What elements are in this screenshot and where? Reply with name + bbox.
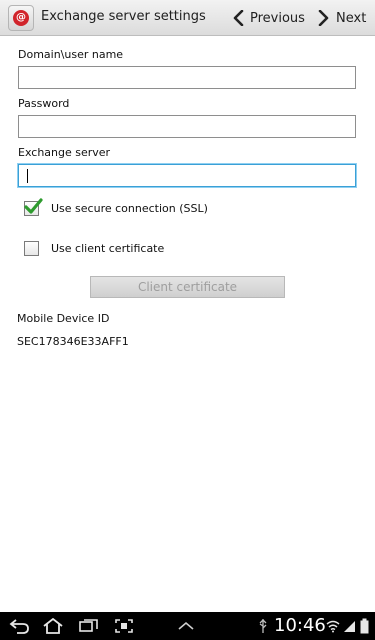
wifi-icon [326,612,340,640]
client-cert-checkbox[interactable] [24,241,39,256]
back-icon[interactable] [6,612,32,640]
action-bar: @ Exchange server settings Previous Next [0,0,375,36]
password-input[interactable] [19,116,355,138]
chevron-left-icon [232,10,244,26]
exchange-server-input[interactable] [19,165,355,187]
domain-user-field[interactable] [18,66,356,89]
usb-icon [256,612,270,640]
exchange-server-field[interactable] [18,164,356,187]
next-button[interactable]: Next [318,0,366,36]
exchange-server-label: Exchange server [18,146,111,159]
ssl-checkbox[interactable] [24,198,43,216]
clock: 10:46 [274,615,326,636]
text-cursor [27,169,28,183]
ssl-checkbox-row[interactable]: Use secure connection (SSL) [24,198,208,216]
domain-user-input[interactable] [19,67,355,89]
device-id-label: Mobile Device ID [17,312,110,325]
system-navigation-bar: 10:46 [0,612,375,640]
password-label: Password [18,97,70,110]
previous-label: Previous [250,10,305,26]
checkmark-icon [24,198,43,214]
next-label: Next [336,10,367,26]
client-cert-label: Use client certificate [51,242,165,255]
page-title: Exchange server settings [41,9,206,24]
password-field[interactable] [18,115,356,138]
ssl-label: Use secure connection (SSL) [51,202,208,215]
chevron-up-icon[interactable] [174,612,198,640]
app-icon-glyph: @ [13,10,29,26]
device-id-value: SEC178346E33AFF1 [17,335,129,348]
client-certificate-button: Client certificate [90,276,285,298]
email-app-icon[interactable]: @ [8,5,34,31]
chevron-right-icon [318,10,330,26]
recent-apps-icon[interactable] [76,612,102,640]
home-icon[interactable] [40,612,66,640]
screenshot-icon[interactable] [112,612,136,640]
battery-icon [358,612,370,640]
previous-button[interactable]: Previous [232,0,305,36]
client-cert-checkbox-row[interactable]: Use client certificate [24,241,164,256]
signal-icon [342,612,356,640]
domain-user-label: Domain\user name [18,48,124,61]
